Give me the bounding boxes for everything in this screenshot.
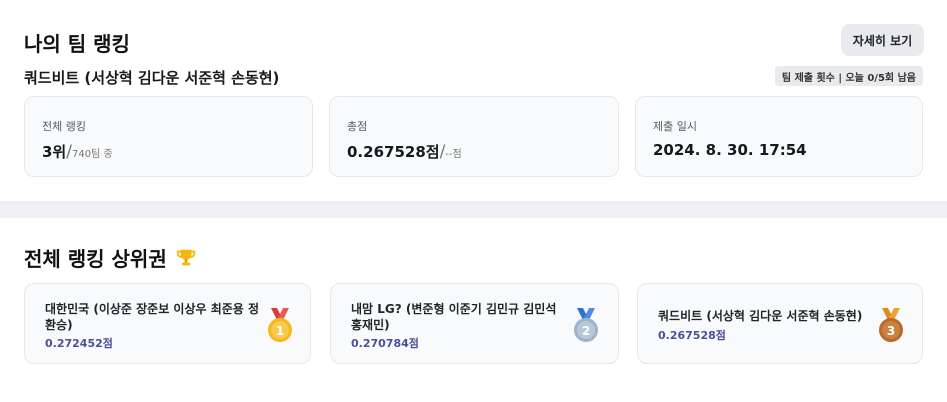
rank-card-3[interactable]: 쿼드비트 (서상혁 김다운 서준혁 손동현) 0.267528점 3 [637, 283, 923, 364]
gold-medal-icon: 1 [268, 308, 292, 342]
total-score-card: 총점 0.267528점/--점 [329, 96, 619, 177]
rank-1-number: 1 [276, 324, 284, 338]
trophy-icon [176, 249, 195, 265]
overall-rank-total: 740팀 중 [71, 149, 113, 160]
rank-card-2[interactable]: 내맘 LG? (변준형 이준기 김민규 김민석 홍재민) 0.270784점 2 [330, 283, 619, 364]
rank-2-number: 2 [582, 324, 590, 338]
rank-1-team: 대한민국 (이상준 장준보 이상우 최준용 정환승) [45, 302, 260, 332]
submitted-at-label: 제출 일시 [653, 120, 697, 133]
overall-rank-label: 전체 랭킹 [42, 120, 86, 133]
top-ranking-title: 전체 랭킹 상위권 [24, 247, 167, 271]
rank-3-number: 3 [887, 324, 895, 338]
bronze-medal-icon: 3 [879, 308, 903, 342]
top-ranking-header: 전체 랭킹 상위권 [24, 243, 197, 272]
overall-rank-value: 3위 [42, 143, 67, 161]
rank-card-1[interactable]: 대한민국 (이상준 장준보 이상우 최준용 정환승) 0.272452점 1 [24, 283, 311, 364]
team-name: 쿼드비트 (서상혁 김다운 서준혁 손동현) [24, 69, 280, 87]
view-details-button[interactable]: 자세히 보기 [841, 24, 924, 56]
rank-2-score: 0.270784점 [351, 337, 419, 350]
rank-1-score: 0.272452점 [45, 337, 113, 350]
submitted-at-value: 2024. 8. 30. 17:54 [653, 141, 807, 159]
total-score-value-row: 0.267528점/--점 [347, 141, 462, 162]
silver-medal-icon: 2 [574, 308, 598, 342]
submission-count-badge: 팀 제출 횟수 | 오늘 0/5회 남음 [774, 66, 923, 86]
rank-2-team: 내맘 LG? (변준형 이준기 김민규 김민석 홍재민) [351, 302, 557, 332]
rank-3-score: 0.267528점 [658, 329, 726, 342]
my-ranking-section: 나의 팀 랭킹 자세히 보기 쿼드비트 (서상혁 김다운 서준혁 손동현) 팀 … [0, 0, 947, 201]
overall-rank-card: 전체 랭킹 3위/740팀 중 [24, 96, 313, 177]
rank-3-team: 쿼드비트 (서상혁 김다운 서준혁 손동현) [658, 309, 863, 323]
total-score-label: 총점 [347, 120, 368, 133]
total-score-value: 0.267528점 [347, 143, 440, 161]
total-score-max: --점 [445, 149, 462, 160]
my-ranking-title: 나의 팀 랭킹 [24, 32, 130, 56]
submitted-at-card: 제출 일시 2024. 8. 30. 17:54 [635, 96, 923, 177]
overall-rank-value-row: 3위/740팀 중 [42, 141, 113, 162]
